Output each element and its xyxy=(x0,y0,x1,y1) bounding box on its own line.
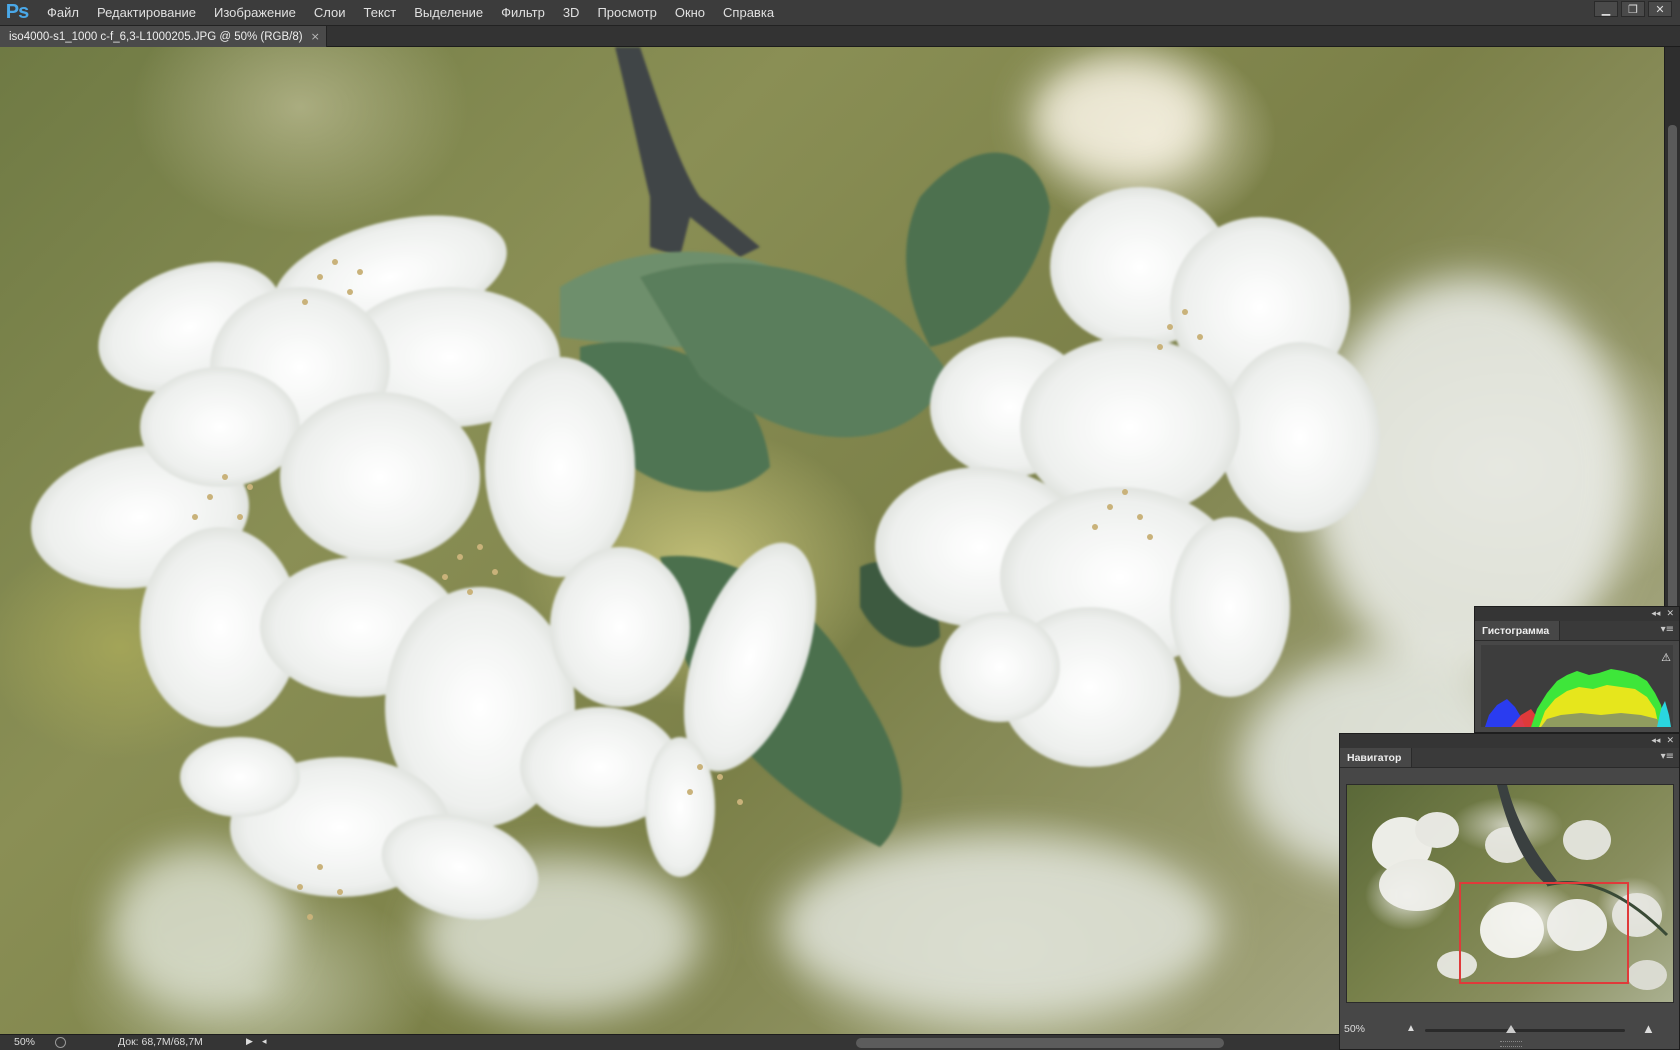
panel-menu-icon[interactable]: ▾≡ xyxy=(1661,624,1674,635)
document-tab-title: iso4000-s1_1000 c-f_6,3-L1000205.JPG @ 5… xyxy=(9,30,303,43)
status-info-icon[interactable] xyxy=(55,1037,66,1048)
menu-3d[interactable]: 3D xyxy=(554,0,589,26)
menu-select[interactable]: Выделение xyxy=(405,0,492,26)
close-icon[interactable]: ✕ xyxy=(1666,609,1674,619)
close-button[interactable]: ✕ xyxy=(1648,1,1672,17)
window-controls: ▁ ❐ ✕ xyxy=(1594,1,1672,17)
vertical-scrollbar-thumb[interactable] xyxy=(1668,125,1677,625)
histogram-panel-titlebar: ◂◂ ✕ xyxy=(1475,607,1679,621)
menu-bar: Ps Файл Редактирование Изображение Слои … xyxy=(0,0,1680,26)
histogram-panel: ◂◂ ✕ Гистограмма ▾≡ ⚠ xyxy=(1474,606,1680,733)
zoom-slider[interactable] xyxy=(1425,1025,1625,1033)
resize-grip-icon[interactable] xyxy=(1500,1041,1522,1047)
status-zoom-level[interactable]: 50% xyxy=(14,1036,35,1048)
menu-file[interactable]: Файл xyxy=(38,0,88,26)
tab-navigator[interactable]: Навигатор xyxy=(1340,748,1413,767)
document-tab-close-icon[interactable]: × xyxy=(311,30,320,43)
menu-type[interactable]: Текст xyxy=(355,0,406,26)
collapse-icon[interactable]: ◂◂ xyxy=(1651,609,1660,619)
histogram-chart xyxy=(1481,645,1673,727)
minimize-button[interactable]: ▁ xyxy=(1594,1,1618,17)
zoom-out-icon[interactable]: ▲ xyxy=(1406,1023,1416,1034)
main-menu: Файл Редактирование Изображение Слои Тек… xyxy=(38,0,783,26)
tab-histogram[interactable]: Гистограмма xyxy=(1475,621,1561,640)
menu-layers[interactable]: Слои xyxy=(305,0,355,26)
document-tab-bar: iso4000-s1_1000 c-f_6,3-L1000205.JPG @ 5… xyxy=(0,26,1680,47)
status-menu-arrow-icon[interactable]: ▶ xyxy=(246,1036,253,1047)
menu-image[interactable]: Изображение xyxy=(205,0,305,26)
navigator-panel-tabs: Навигатор ▾≡ xyxy=(1340,748,1679,768)
menu-edit[interactable]: Редактирование xyxy=(88,0,205,26)
zoom-slider-thumb[interactable] xyxy=(1506,1025,1516,1033)
photoshop-logo: Ps xyxy=(5,1,29,23)
menu-help[interactable]: Справка xyxy=(714,0,783,26)
histogram-graph xyxy=(1481,645,1673,727)
navigator-panel-titlebar: ◂◂ ✕ xyxy=(1340,734,1679,748)
status-document-size: Док: 68,7M/68,7M xyxy=(118,1036,203,1048)
panel-menu-icon[interactable]: ▾≡ xyxy=(1661,751,1674,762)
navigator-preview[interactable] xyxy=(1346,784,1674,1003)
navigator-view-box[interactable] xyxy=(1459,882,1629,984)
collapse-icon[interactable]: ◂◂ xyxy=(1651,736,1660,746)
histogram-panel-tabs: Гистограмма ▾≡ xyxy=(1475,621,1679,641)
scroll-left-arrow-icon[interactable]: ◂ xyxy=(262,1036,267,1047)
navigator-panel: ◂◂ ✕ Навигатор ▾≡ 50% ▲ ▲ xyxy=(1339,733,1680,1050)
close-icon[interactable]: ✕ xyxy=(1666,736,1674,746)
navigator-controls: 50% ▲ ▲ xyxy=(1340,1021,1679,1049)
navigator-zoom-field[interactable]: 50% xyxy=(1344,1021,1380,1037)
menu-view[interactable]: Просмотр xyxy=(588,0,665,26)
horizontal-scrollbar-thumb[interactable] xyxy=(856,1038,1224,1048)
document-tab[interactable]: iso4000-s1_1000 c-f_6,3-L1000205.JPG @ 5… xyxy=(0,26,327,47)
restore-button[interactable]: ❐ xyxy=(1621,1,1645,17)
menu-window[interactable]: Окно xyxy=(666,0,714,26)
warning-icon[interactable]: ⚠ xyxy=(1659,650,1673,664)
status-bar: 50% Док: 68,7M/68,7M ▶ ◂ xyxy=(0,1034,1340,1050)
zoom-in-icon[interactable]: ▲ xyxy=(1642,1021,1655,1036)
menu-filter[interactable]: Фильтр xyxy=(492,0,554,26)
